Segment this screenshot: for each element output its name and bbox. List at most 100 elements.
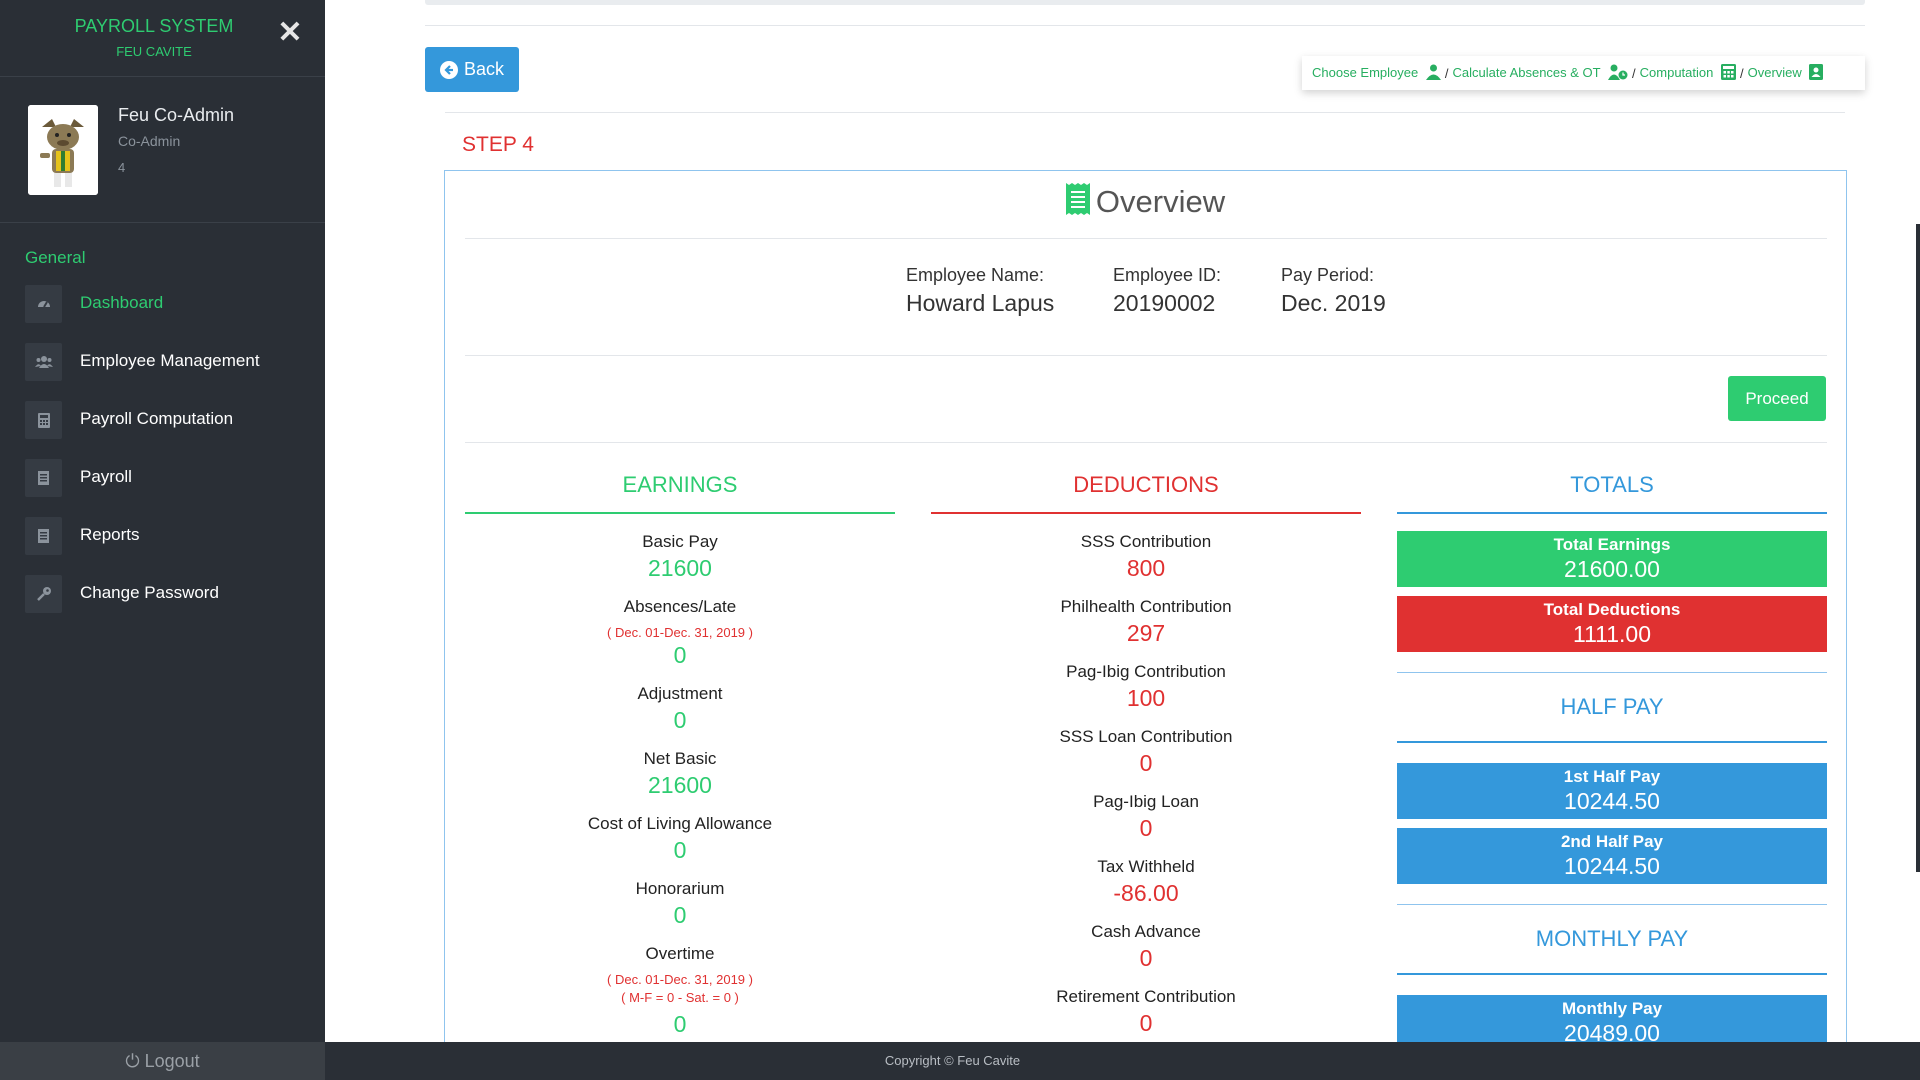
close-icon[interactable]: ✕ [277,18,303,48]
crumb-overview[interactable]: Overview [1747,63,1824,83]
profile-id: 4 [118,160,126,175]
item-value: 0 [673,902,687,928]
key-icon [25,575,62,613]
item-note: ( Dec. 01-Dec. 31, 2019 ) [607,972,753,987]
sidebar-item-label: Reports [80,525,140,544]
report-icon [25,517,62,555]
copyright-text: Copyright © Feu Cavite [884,1053,1021,1068]
crumb-calculate[interactable]: Calculate Absences & OT [1452,64,1628,83]
employee-id: 20190002 [1113,290,1216,316]
item-name: Absences/Late [623,597,737,616]
item-name: Philhealth Contribution [1060,597,1232,616]
user-clock-icon [1608,64,1628,83]
proceed-button[interactable]: Proceed [1728,376,1826,421]
crumb-choose-employee[interactable]: Choose Employee [1312,64,1441,83]
sidebar-item-employee-management[interactable]: Employee Management [25,339,315,397]
item-value: 0 [673,1011,687,1037]
item-name: Retirement Contribution [1056,987,1236,1006]
earnings-heading: EARNINGS [622,472,738,497]
sidebar-item-label: Payroll [80,467,132,486]
earning-item: Net Basic 21600 [465,748,895,805]
calculator-icon [25,401,62,439]
item-name: Cash Advance [1091,922,1201,941]
sidebar: PAYROLL SYSTEM FEU CAVITE ✕ Feu Co-Admin [0,0,325,1080]
earning-item: Cost of Living Allowance 0 [465,813,895,870]
pay-period-block: Pay Period: Dec. 2019 [1281,265,1386,317]
sidebar-item-reports[interactable]: Reports [25,513,315,571]
step-label: STEP 4 [462,133,534,156]
crumb-label: Overview [1747,64,1802,80]
deduction-item: SSS Loan Contribution 0 [931,726,1361,783]
dashboard-icon [25,285,62,323]
deduction-item: Tax Withheld -86.00 [931,856,1361,913]
sidebar-item-payroll-computation[interactable]: Payroll Computation [25,397,315,455]
item-name: Pag-Ibig Loan [1093,792,1199,811]
arrow-left-icon [439,60,458,79]
receipt-icon [1065,183,1090,223]
deductions-heading: DEDUCTIONS [1073,472,1219,497]
sidebar-item-payroll[interactable]: Payroll [25,455,315,513]
section-label-general: General [25,248,86,267]
first-half-pay-box: 1st Half Pay 10244.50 [1397,763,1827,819]
document-icon [25,459,62,497]
profile-name: Feu Co-Admin [118,105,235,125]
item-value: 0 [1139,1010,1153,1036]
earning-item: Honorarium 0 [465,878,895,935]
earning-item: Overtime ( Dec. 01-Dec. 31, 2019 ) ( M-F… [465,943,895,1044]
item-value: 0 [673,837,687,863]
crumb-computation[interactable]: Computation [1639,63,1736,83]
crumb-separator: / [1739,65,1744,81]
item-value: 0 [673,707,687,733]
back-button[interactable]: Back [425,47,519,92]
second-half-pay-box: 2nd Half Pay 10244.50 [1397,828,1827,884]
crumb-separator: / [1444,65,1449,81]
deductions-column: DEDUCTIONS SSS Contribution 800 Philheal… [931,461,1361,1050]
crumb-label: Calculate Absences & OT [1452,64,1601,80]
avatar [28,105,98,195]
item-name: Honorarium [635,879,725,898]
overview-title: Overview [445,183,1846,223]
breadcrumb: Choose Employee / Calculate Absences & O… [1302,56,1865,90]
logout-button[interactable]: ⏻ Logout [0,1042,325,1080]
sidebar-item-label: Change Password [80,583,219,602]
profile-role: Co-Admin [118,133,181,149]
back-label: Back [463,59,505,79]
item-note: ( M-F = 0 - Sat. = 0 ) [621,990,739,1005]
total-earnings-box: Total Earnings 21600.00 [1397,531,1827,587]
employee-name-block: Employee Name: Howard Lapus [906,265,1054,317]
top-bar [425,0,1865,5]
sidebar-item-dashboard[interactable]: Dashboard [25,281,315,339]
total-earnings-label: Total Earnings [1553,535,1671,554]
scrollbar[interactable] [1916,224,1920,872]
totals-column: TOTALS Total Earnings 21600.00 Total Ded… [1397,461,1827,1050]
second-half-pay-value: 10244.50 [1564,853,1660,879]
item-note: ( Dec. 01-Dec. 31, 2019 ) [607,625,753,640]
second-half-pay-label: 2nd Half Pay [1560,832,1664,851]
item-name: SSS Loan Contribution [1059,727,1233,746]
deduction-item: Retirement Contribution 0 [931,986,1361,1043]
item-value: 297 [1126,620,1166,646]
earning-item: Absences/Late ( Dec. 01-Dec. 31, 2019 ) … [465,596,895,675]
total-deductions-value: 1111.00 [1572,621,1652,647]
item-name: Pag-Ibig Contribution [1066,662,1226,681]
sidebar-item-change-password[interactable]: Change Password [25,571,315,629]
deduction-item: Cash Advance 0 [931,921,1361,978]
item-value: 100 [1126,685,1166,711]
users-icon [25,343,62,381]
item-name: Basic Pay [642,532,718,551]
employee-name: Howard Lapus [906,290,1055,316]
item-name: SSS Contribution [1080,532,1212,551]
item-value: 21600 [648,772,712,798]
earnings-column: EARNINGS Basic Pay 21600 Absences/Late (… [465,461,895,1050]
item-name: Cost of Living Allowance [587,814,773,833]
monthly-pay-label: Monthly Pay [1561,999,1663,1018]
sidebar-nav: Dashboard Employee Management Payroll Co… [25,281,315,629]
crumb-label: Computation [1639,64,1714,80]
item-name: Tax Withheld [1097,857,1195,876]
deduction-item: Pag-Ibig Contribution 100 [931,661,1361,718]
crumb-label: Choose Employee [1312,64,1419,80]
item-value: 21600 [648,555,712,581]
item-name: Adjustment [637,684,723,703]
employee-id-label: Employee ID: [1113,265,1222,285]
divider [445,112,1845,113]
